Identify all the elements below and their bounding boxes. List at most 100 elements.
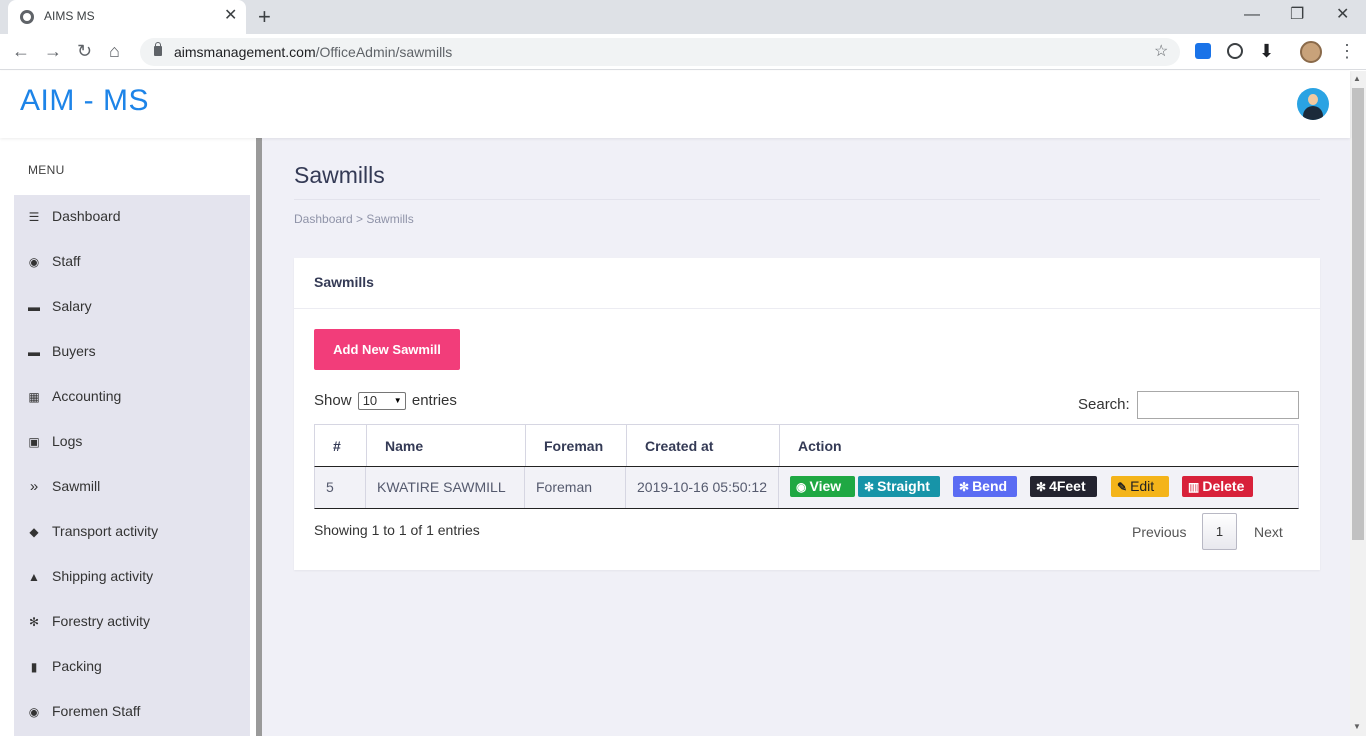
scroll-thumb[interactable] [1352, 88, 1364, 540]
view-button[interactable]: ◉ View [790, 476, 855, 497]
scroll-up-arrow-icon[interactable]: ▲ [1353, 74, 1361, 83]
sidebar-item-label: Logs [52, 433, 83, 449]
bend-button[interactable]: ✻ Bend [953, 476, 1017, 497]
back-arrow-icon[interactable]: ← [12, 41, 30, 61]
new-tab-button[interactable]: + [258, 4, 271, 30]
cell-created-at: 2019-10-16 05:50:12 [626, 467, 779, 508]
cell-name: KWATIRE SAWMILL [366, 467, 525, 508]
entries-label: entries [411, 392, 457, 409]
sidebar-item-transport-activity[interactable]: ◆ Transport activity [14, 510, 250, 555]
page-scrollbar[interactable]: ▲ ▼ [1350, 71, 1366, 736]
sidebar-item-packing[interactable]: ▮ Packing [14, 645, 250, 690]
bookmark-star-icon[interactable]: ☆ [1154, 41, 1168, 61]
restore-button[interactable]: ❐ [1290, 5, 1304, 25]
reload-icon[interactable]: ↻ [77, 41, 92, 61]
sidebar-item-buyers[interactable]: ▬ Buyers [14, 330, 250, 375]
browser-tab-bar: AIMS MS ✕ + — ❐ ✕ [0, 0, 1366, 34]
close-window-button[interactable]: ✕ [1336, 5, 1349, 25]
sidebar-item-label: Forestry activity [52, 613, 151, 629]
pagination-previous[interactable]: Previous [1132, 524, 1186, 540]
user-icon: ◉ [28, 705, 40, 719]
sidebar: MENU ☰ Dashboard ◉ Staff ▬ Salary ▬ Buye… [0, 138, 256, 736]
sidebar-item-dashboard[interactable]: ☰ Dashboard [14, 195, 250, 240]
browser-tab[interactable]: AIMS MS ✕ [8, 0, 246, 34]
extension-circle-icon[interactable] [1227, 43, 1243, 59]
download-icon[interactable]: ⬇ [1259, 41, 1274, 61]
sidebar-item-staff[interactable]: ◉ Staff [14, 240, 250, 285]
page-length-select[interactable]: 10 [357, 392, 406, 411]
page-title: Sawmills [294, 162, 385, 188]
table-info: Showing 1 to 1 of 1 entries [314, 522, 480, 538]
suitcase-icon: ▮ [30, 660, 38, 674]
gear-icon: ✻ [864, 480, 875, 494]
profile-avatar[interactable] [1300, 41, 1322, 63]
sidebar-item-label: Sawmill [52, 478, 101, 494]
pagination-page-1[interactable]: 1 [1202, 513, 1237, 550]
sidebar-item-label: Foremen Staff [52, 703, 141, 719]
cell-actions: ◉ View ✻ Straight ✻ Bend ✻ 4Feet ✎ Edit ▥ Dele… [779, 467, 1298, 508]
column-header-foreman[interactable]: Foreman [526, 425, 627, 466]
sidebar-item-label: Shipping activity [52, 568, 154, 584]
url-text: aimsmanagement.com/OfficeAdmin/sawmills [174, 44, 453, 60]
scroll-down-arrow-icon[interactable]: ▼ [1353, 722, 1361, 731]
sidebar-item-salary[interactable]: ▬ Salary [14, 285, 250, 330]
money-icon: ▬ [28, 300, 40, 314]
lock-icon [154, 42, 162, 56]
home-icon[interactable]: ⌂ [109, 41, 120, 61]
browser-menu-icon[interactable]: ⋮ [1338, 40, 1356, 62]
title-divider [294, 199, 1320, 200]
sidebar-item-logs[interactable]: ▣ Logs [14, 420, 250, 465]
user-avatar[interactable] [1297, 88, 1329, 120]
column-header-action: Action [798, 438, 842, 454]
extension-search-icon[interactable] [1195, 43, 1211, 59]
table-header: # Name Foreman Created at Action [314, 424, 1299, 467]
menu-icon: ☰ [28, 210, 40, 224]
calendar-icon: ▦ [28, 390, 40, 404]
add-new-sawmill-button[interactable]: Add New Sawmill [314, 329, 460, 370]
column-header-created-at[interactable]: Created at [627, 425, 780, 466]
user-icon: ◉ [28, 255, 40, 269]
image-icon: ▣ [28, 435, 40, 449]
sidebar-item-label: Accounting [52, 388, 122, 404]
sidebar-item-label: Packing [52, 658, 102, 674]
search-input[interactable] [1137, 391, 1299, 419]
app-header: AIM - MS [0, 71, 1350, 138]
column-header-name[interactable]: Name [367, 425, 526, 466]
sidebar-item-sawmill[interactable]: » Sawmill [14, 465, 250, 510]
cell-foreman: Foreman [525, 467, 626, 508]
avatar-body [1303, 106, 1323, 120]
sawmills-card: Sawmills Add New Sawmill Show 10 entries… [294, 258, 1320, 570]
sidebar-item-label: Transport activity [52, 523, 159, 539]
sidebar-item-label: Salary [52, 298, 92, 314]
delete-button[interactable]: ▥ Delete [1182, 476, 1253, 497]
four-feet-button[interactable]: ✻ 4Feet [1030, 476, 1097, 497]
sidebar-item-label: Dashboard [52, 208, 121, 224]
minimize-button[interactable]: — [1244, 5, 1260, 25]
globe-icon [20, 10, 34, 24]
snowflake-icon: ✻ [28, 615, 40, 629]
address-bar[interactable]: aimsmanagement.com/OfficeAdmin/sawmills … [140, 38, 1180, 66]
tab-close-icon[interactable]: ✕ [224, 6, 237, 26]
table-row: 5 KWATIRE SAWMILL Foreman 2019-10-16 05:… [314, 467, 1299, 509]
ship-icon: ▲ [28, 570, 40, 584]
show-label: Show [314, 392, 352, 409]
app-logo[interactable]: AIM - MS [20, 84, 149, 118]
sidebar-item-forestry-activity[interactable]: ✻ Forestry activity [14, 600, 250, 645]
sidebar-item-shipping-activity[interactable]: ▲ Shipping activity [14, 555, 250, 600]
sidebar-item-label: Buyers [52, 343, 96, 359]
sidebar-item-accounting[interactable]: ▦ Accounting [14, 375, 250, 420]
gear-icon: ✻ [1036, 480, 1047, 494]
edit-button[interactable]: ✎ Edit [1111, 476, 1169, 497]
sidebar-item-label: Staff [52, 253, 81, 269]
sidebar-menu: ☰ Dashboard ◉ Staff ▬ Salary ▬ Buyers ▦ … [14, 195, 250, 736]
breadcrumb[interactable]: Dashboard > Sawmills [294, 212, 414, 226]
cell-id: 5 [315, 467, 366, 508]
forward-arrow-icon[interactable]: → [44, 41, 62, 61]
search-label: Search: [1078, 396, 1130, 413]
pagination-next[interactable]: Next [1254, 524, 1283, 540]
menu-heading: MENU [28, 163, 65, 177]
sidebar-item-foremen-staff[interactable]: ◉ Foremen Staff [14, 690, 250, 735]
column-header-number[interactable]: # [315, 425, 367, 466]
straight-button[interactable]: ✻ Straight [858, 476, 940, 497]
card-divider [294, 308, 1320, 309]
